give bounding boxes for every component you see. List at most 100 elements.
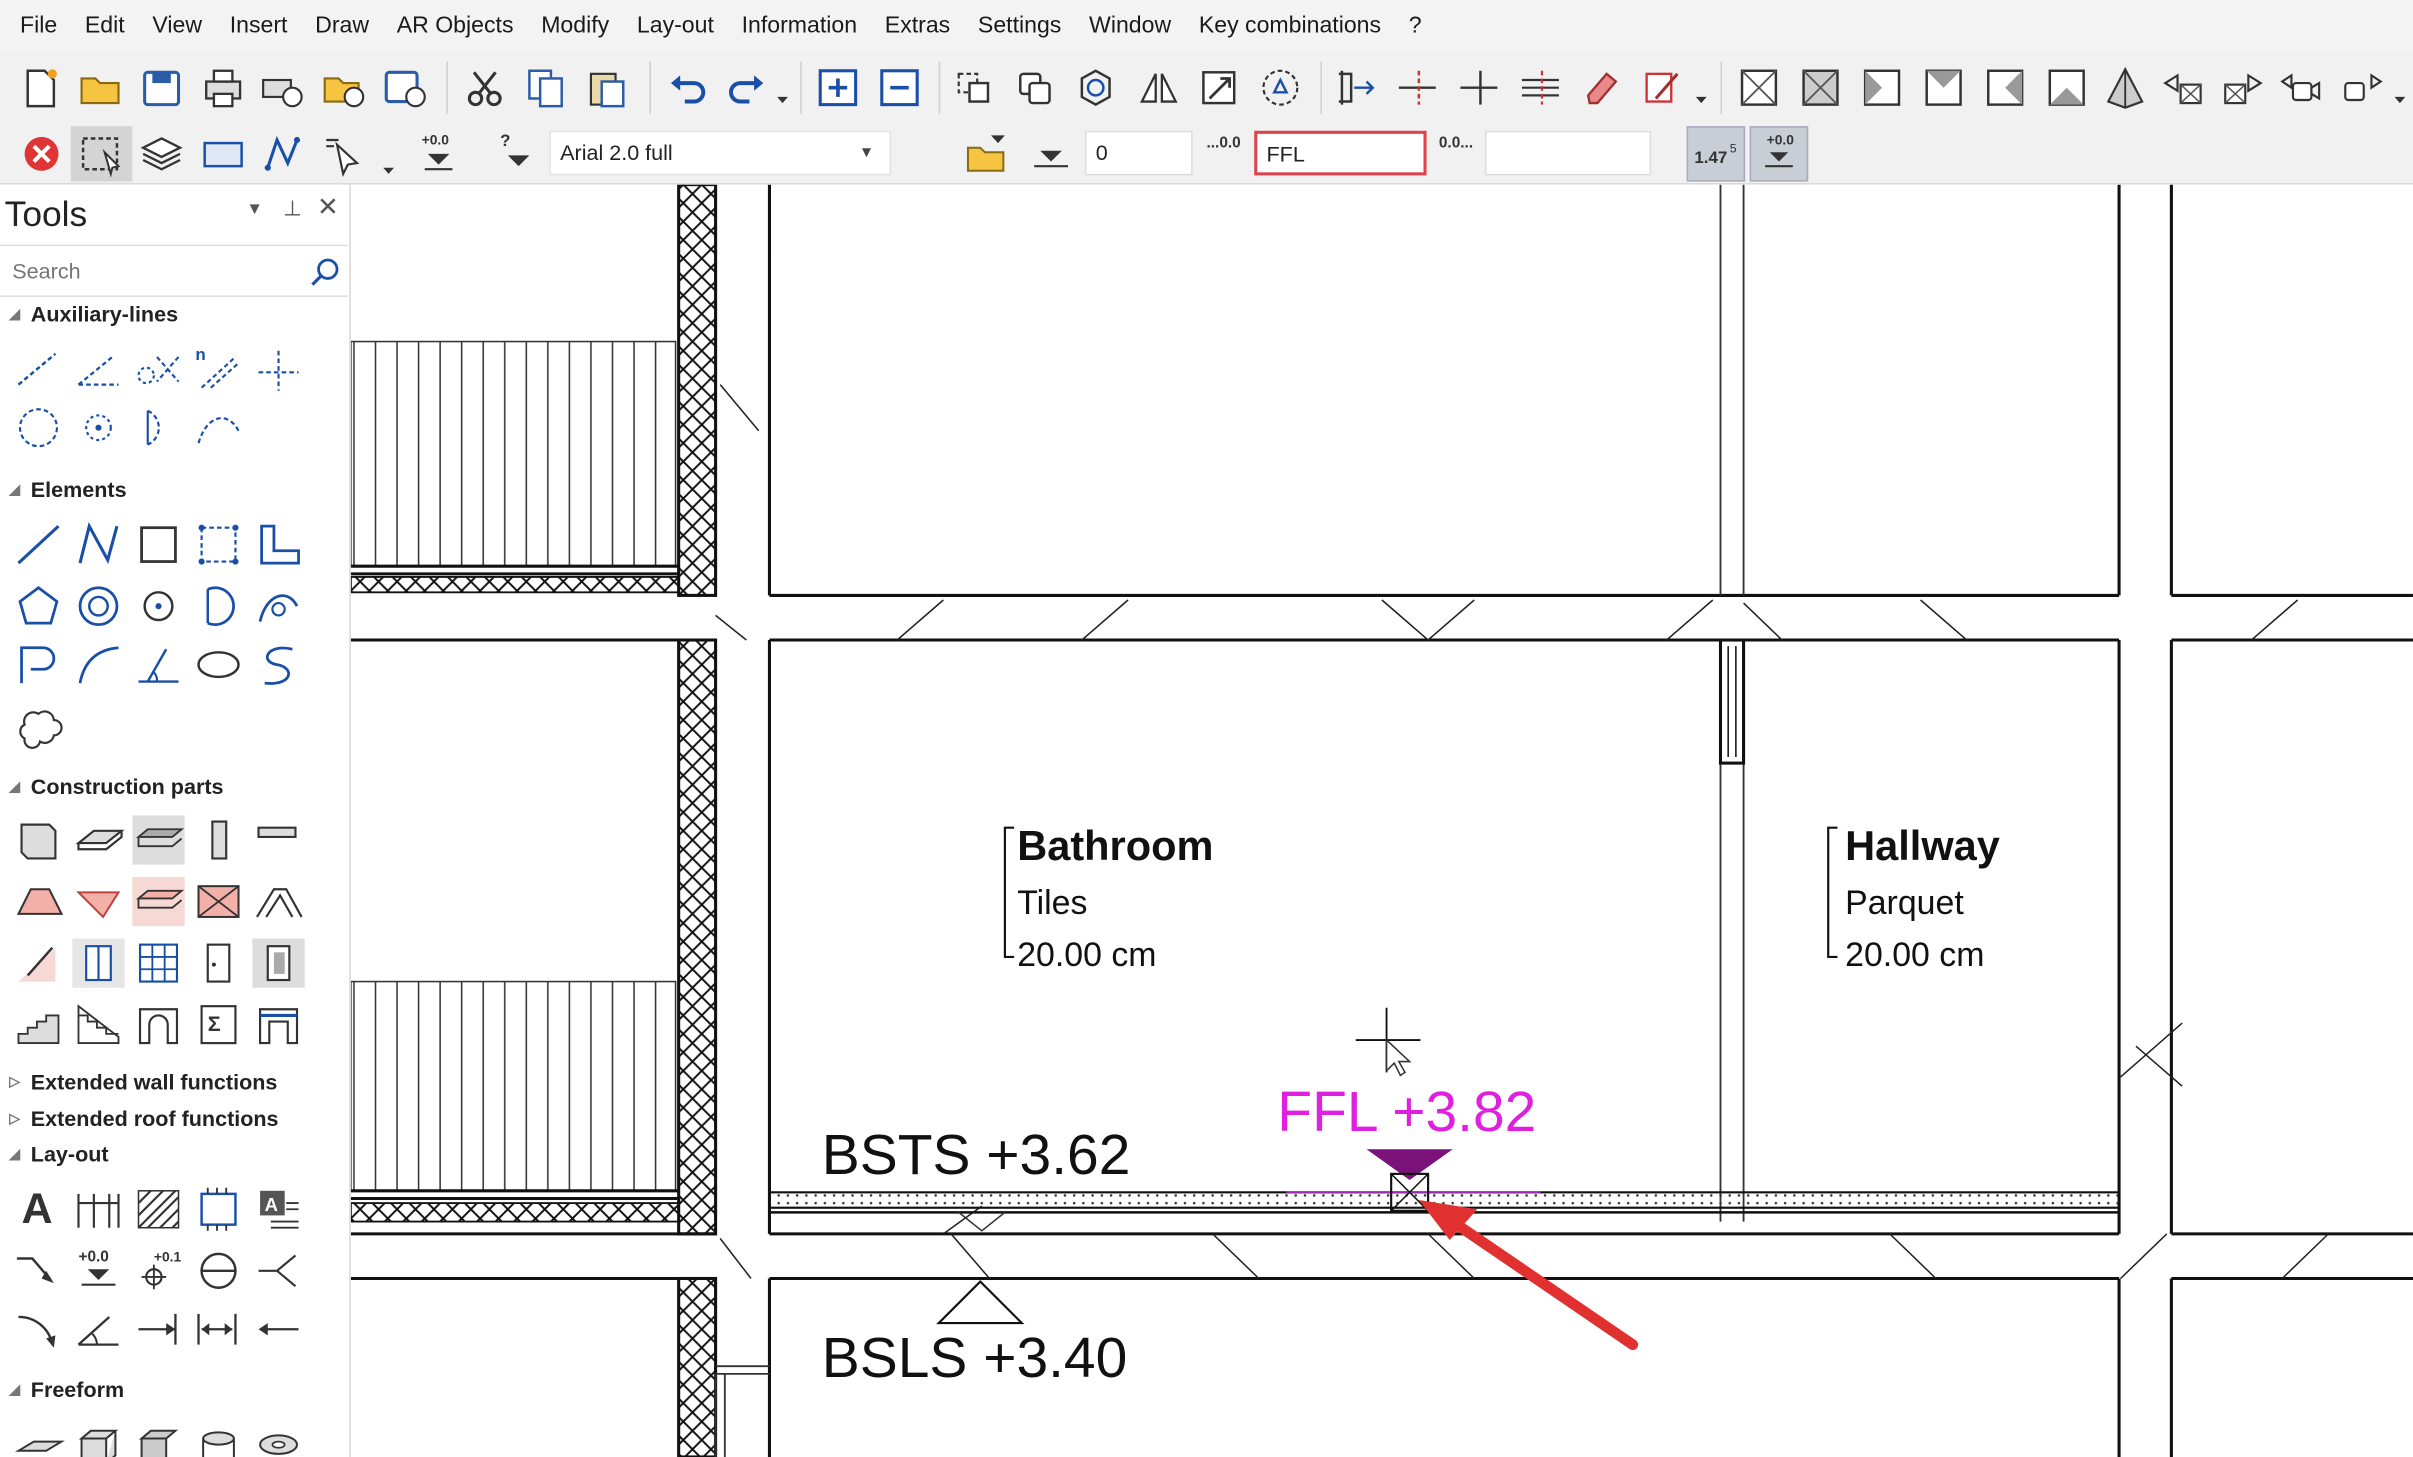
drawing-canvas[interactable]: Bathroom Tiles 20.00 cm Hallway Parquet … [350, 184, 2413, 1457]
text-height-button[interactable]: 1.47 5 [1686, 126, 1746, 182]
aux-line-icon[interactable] [12, 345, 64, 394]
search-input[interactable] [0, 246, 293, 296]
stretch-icon[interactable] [1333, 65, 1379, 114]
aux-cross-icon[interactable] [252, 345, 304, 394]
font-select[interactable]: Arial 2.0 full ▼ [549, 130, 892, 176]
scale-icon[interactable] [1197, 65, 1243, 114]
leader-line-icon[interactable] [12, 1246, 64, 1295]
aux-angle-icon[interactable] [72, 345, 124, 394]
polyline-mode-icon[interactable] [262, 131, 308, 180]
plot-icon[interactable] [259, 65, 305, 114]
menu-view[interactable]: View [139, 0, 216, 52]
copy-elements-icon[interactable] [1013, 65, 1059, 114]
section-marker-icon[interactable] [192, 1246, 244, 1295]
extend-icon[interactable] [1456, 65, 1502, 114]
menu-settings[interactable]: Settings [964, 0, 1075, 52]
aux-circle-icon[interactable] [12, 403, 64, 452]
element-color-icon[interactable] [200, 131, 246, 180]
label-settings-icon[interactable]: ? [496, 129, 542, 178]
lintel-opening-icon[interactable] [252, 1000, 304, 1049]
arc-tool-icon[interactable] [192, 582, 244, 631]
parallel-polyline-icon[interactable] [12, 640, 64, 689]
menu-layout[interactable]: Lay-out [623, 0, 728, 52]
aux-small-circle-icon[interactable] [72, 403, 124, 452]
polyline-tool-icon[interactable] [72, 520, 124, 569]
double-arrow-icon[interactable] [192, 1305, 244, 1354]
stair-tool-icon[interactable] [12, 1000, 64, 1049]
menu-file[interactable]: File [6, 0, 71, 52]
schedule-tool-icon[interactable]: Σ [192, 1000, 244, 1049]
pin-icon[interactable]: ⊥ [283, 195, 302, 221]
undo-icon[interactable] [665, 65, 711, 114]
search-icon[interactable] [309, 257, 340, 288]
video-right-icon[interactable] [2339, 65, 2385, 114]
layers-icon[interactable] [139, 131, 185, 180]
open-recent-icon[interactable] [320, 65, 366, 114]
panel-menu-icon[interactable]: ▼ [246, 200, 263, 218]
menu-help[interactable]: ? [1395, 0, 1436, 52]
camera-right-icon[interactable] [2219, 65, 2265, 114]
elevation-symbol-icon[interactable]: +0.0 [416, 129, 462, 178]
truss-tool-icon[interactable] [252, 877, 304, 926]
dormer-tool-icon[interactable] [132, 876, 185, 927]
properties-icon[interactable] [1259, 65, 1305, 114]
rectangle-tool-icon[interactable] [132, 520, 184, 569]
paste-icon[interactable] [585, 65, 631, 114]
menu-extras[interactable]: Extras [871, 0, 964, 52]
view-back-icon[interactable] [1797, 65, 1843, 114]
rectangle-points-icon[interactable] [192, 520, 244, 569]
window-tool-icon[interactable] [72, 938, 125, 988]
image-tool-icon[interactable] [192, 1185, 244, 1234]
view-left-icon[interactable] [1859, 65, 1905, 114]
menu-draw[interactable]: Draw [301, 0, 383, 52]
lintel-tool-icon[interactable] [252, 815, 304, 864]
close-icon[interactable]: ✕ [317, 192, 339, 223]
section-auxiliary-lines[interactable]: ◢ Auxiliary-lines [9, 302, 178, 327]
stair-ramp-icon[interactable] [12, 938, 64, 987]
text-tool-icon[interactable]: A [12, 1185, 64, 1234]
section-freeform[interactable]: ◢ Freeform [9, 1377, 124, 1402]
concentric-circle-icon[interactable] [72, 582, 124, 631]
menu-ar-objects[interactable]: AR Objects [383, 0, 527, 52]
l-shape-tool-icon[interactable] [252, 520, 304, 569]
text-box-icon[interactable]: A [252, 1185, 304, 1234]
freeform-cylinder-icon[interactable] [192, 1420, 244, 1457]
spline-tool-icon[interactable] [252, 640, 304, 689]
circle-tool-icon[interactable] [132, 582, 184, 631]
section-extended-roof-functions[interactable]: ▷ Extended roof functions [9, 1106, 278, 1131]
open-folder-icon[interactable] [77, 65, 123, 114]
perspective-icon[interactable] [2102, 65, 2148, 114]
section-elements[interactable]: ◢ Elements [9, 477, 126, 502]
elevation-mode-button[interactable]: +0.0 [1749, 126, 1809, 182]
niche-tool-icon[interactable] [132, 1000, 184, 1049]
divide-icon[interactable] [1517, 65, 1563, 114]
elevation-marker-icon[interactable]: +0.0 [72, 1246, 124, 1295]
view-top-icon[interactable] [1982, 65, 2028, 114]
save-icon[interactable] [139, 65, 185, 114]
angle-dimension-icon[interactable] [72, 1305, 124, 1354]
mirror-icon[interactable] [1136, 65, 1182, 114]
snap-mode-icon[interactable] [320, 131, 366, 180]
eraser-icon[interactable] [1579, 65, 1625, 114]
aux-parallel-icon[interactable]: n [192, 345, 244, 394]
redo-icon[interactable] [723, 65, 769, 114]
rotate-icon[interactable] [1074, 65, 1120, 114]
polygon-tool-icon[interactable] [12, 582, 64, 631]
view-bottom-icon[interactable] [2044, 65, 2090, 114]
door-tool-icon[interactable] [192, 938, 244, 987]
menu-information[interactable]: Information [728, 0, 871, 52]
aux-arc-icon[interactable] [132, 403, 184, 452]
zoom-in-icon[interactable] [816, 65, 862, 114]
point-elevation-icon[interactable]: +0.1 [132, 1246, 184, 1295]
menu-key-combinations[interactable]: Key combinations [1185, 0, 1395, 52]
aux-curve-icon[interactable] [192, 403, 244, 452]
level-folder-icon[interactable] [963, 129, 1009, 178]
fork-line-icon[interactable] [252, 1246, 304, 1295]
section-layout[interactable]: ◢ Lay-out [9, 1142, 108, 1167]
video-left-icon[interactable] [2278, 65, 2324, 114]
curtain-wall-icon[interactable] [132, 938, 184, 987]
arrow-left-icon[interactable] [252, 1305, 304, 1354]
menu-edit[interactable]: Edit [71, 0, 138, 52]
freeform-box-icon[interactable] [72, 1420, 124, 1457]
beam-tool-icon[interactable] [132, 815, 185, 865]
